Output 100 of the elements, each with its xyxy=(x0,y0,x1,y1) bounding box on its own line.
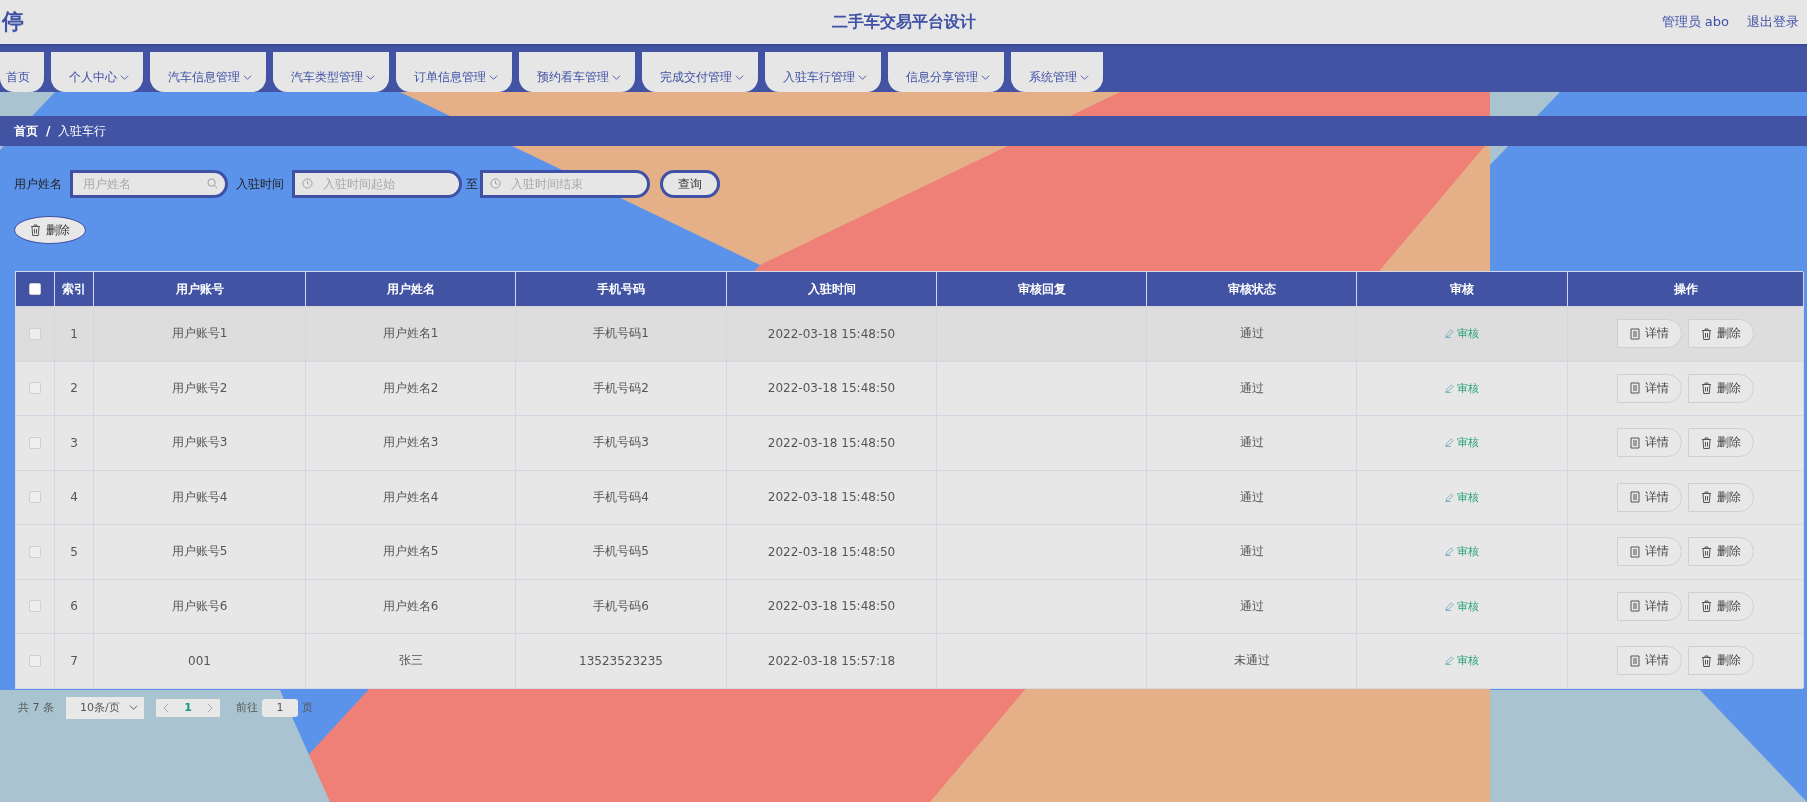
breadcrumb-item: 入驻车行 xyxy=(58,122,107,140)
details-button[interactable]: 详情 xyxy=(1617,537,1682,567)
table-cell: 2022-03-18 15:48:50 xyxy=(727,469,937,524)
trash-icon xyxy=(1701,382,1712,395)
table-cell: 2 xyxy=(55,360,94,415)
row-checkbox[interactable] xyxy=(29,327,41,340)
table-cell: 001 xyxy=(94,633,306,688)
trash-icon xyxy=(1701,545,1712,558)
nav-tab[interactable]: 完成交付管理 xyxy=(642,52,758,92)
table-cell: 通过 xyxy=(1147,415,1357,470)
field-label: 用户姓名 xyxy=(14,175,62,193)
nav-tab[interactable]: 汽车信息管理 xyxy=(150,52,266,92)
trash-icon xyxy=(1701,436,1712,449)
column-header: 索引 xyxy=(55,272,94,306)
chevron-icon xyxy=(129,703,138,712)
logout-link[interactable]: 退出登录 xyxy=(1747,13,1799,31)
table-cell: 用户账号6 xyxy=(94,578,306,633)
next-page-icon[interactable] xyxy=(205,702,213,713)
document-icon xyxy=(1630,600,1640,613)
nav-tab[interactable]: 个人中心 xyxy=(51,52,143,92)
delete-button[interactable]: 删除 xyxy=(1688,537,1754,567)
document-icon xyxy=(1630,491,1640,504)
column-header: 用户账号 xyxy=(94,272,306,306)
table-cell: 13523523235 xyxy=(516,633,727,688)
table-cell: 用户账号4 xyxy=(94,469,306,524)
table-cell: 用户账号5 xyxy=(94,524,306,579)
pencil-icon xyxy=(1445,383,1454,393)
nav-tab[interactable]: 信息分享管理 xyxy=(888,52,1004,92)
column-header: 用户姓名 xyxy=(306,272,516,306)
delete-button[interactable]: 删除 xyxy=(1688,646,1754,676)
table-cell: 通过 xyxy=(1147,578,1357,633)
trash-icon xyxy=(30,224,41,236)
query-button[interactable]: 查询 xyxy=(660,170,720,198)
table-cell: 手机号码2 xyxy=(516,360,727,415)
column-header: 审核 xyxy=(1357,272,1568,306)
nav-tab[interactable]: 汽车类型管理 xyxy=(273,52,389,92)
nav-tab[interactable]: 预约看车管理 xyxy=(519,52,635,92)
table-cell: 用户姓名3 xyxy=(306,415,516,470)
row-checkbox[interactable] xyxy=(29,545,41,558)
table-cell: 手机号码3 xyxy=(516,415,727,470)
breadcrumb-separator: / xyxy=(46,124,51,138)
nav-tab[interactable]: 系统管理 xyxy=(1011,52,1103,92)
row-checkbox[interactable] xyxy=(29,600,41,613)
document-icon xyxy=(1630,436,1640,449)
delete-button[interactable]: 删除 xyxy=(1688,482,1754,512)
details-button[interactable]: 详情 xyxy=(1617,319,1682,349)
page-title: 二手车交易平台设计 xyxy=(831,11,976,33)
name-search-field[interactable]: 用户姓名 xyxy=(70,170,228,198)
search-icon xyxy=(207,178,218,189)
row-checkbox[interactable] xyxy=(29,654,41,667)
document-icon xyxy=(1630,654,1640,667)
details-button[interactable]: 详情 xyxy=(1617,646,1682,676)
delete-button[interactable]: 删除 xyxy=(1688,319,1754,349)
column-header: 审核回复 xyxy=(937,272,1147,306)
column-header: 操作 xyxy=(1568,272,1804,306)
row-checkbox[interactable] xyxy=(29,436,41,449)
table-cell: 手机号码4 xyxy=(516,469,727,524)
column-header: 手机号码 xyxy=(516,272,727,306)
column-header: 审核状态 xyxy=(1147,272,1357,306)
details-button[interactable]: 详情 xyxy=(1617,428,1682,458)
table-cell: 用户姓名6 xyxy=(306,578,516,633)
table-cell: 5 xyxy=(55,524,94,579)
nav-tab[interactable]: 首页 xyxy=(0,52,44,92)
details-button[interactable]: 详情 xyxy=(1617,591,1682,621)
pencil-icon xyxy=(1445,601,1454,611)
row-checkbox[interactable] xyxy=(29,491,41,504)
previous-page-icon[interactable] xyxy=(163,702,171,713)
table-cell: 3 xyxy=(55,415,94,470)
table-cell: 通过 xyxy=(1147,306,1357,361)
trash-icon xyxy=(1701,654,1712,667)
clock-icon xyxy=(490,178,501,189)
pencil-icon xyxy=(1445,656,1454,666)
nav-tab[interactable]: 订单信息管理 xyxy=(396,52,512,92)
details-button[interactable]: 详情 xyxy=(1617,482,1682,512)
row-checkbox[interactable] xyxy=(29,382,41,395)
table-cell: 6 xyxy=(55,578,94,633)
logo: 停 xyxy=(2,8,24,36)
details-button[interactable]: 详情 xyxy=(1617,373,1682,403)
field-label: 入驻时间 xyxy=(236,175,284,193)
page-size-select[interactable]: 10条/页 xyxy=(66,696,144,719)
table-cell: 用户账号1 xyxy=(94,306,306,361)
nav-tab[interactable]: 入驻车行管理 xyxy=(765,52,881,92)
breadcrumb-item[interactable]: 首页 xyxy=(14,122,38,140)
end-time-field[interactable]: 入驻时间结束 xyxy=(480,170,650,198)
total-count: 共 7 条 xyxy=(18,700,54,715)
table-cell: 用户姓名5 xyxy=(306,524,516,579)
delete-button[interactable]: 删除 xyxy=(1688,373,1754,403)
table-cell: 未通过 xyxy=(1147,633,1357,688)
table-cell: 手机号码6 xyxy=(516,578,727,633)
trash-icon xyxy=(1701,491,1712,504)
table-cell: 手机号码5 xyxy=(516,524,727,579)
table-cell: 4 xyxy=(55,469,94,524)
user-name: 管理员 abo xyxy=(1661,13,1729,31)
delete-button[interactable]: 删除 xyxy=(1688,428,1754,458)
document-icon xyxy=(1630,327,1640,340)
start-time-field[interactable]: 入驻时间起始 xyxy=(292,170,462,198)
table-cell: 2022-03-18 15:48:50 xyxy=(727,306,937,361)
select-all-checkbox[interactable] xyxy=(29,283,41,295)
trash-icon xyxy=(1701,600,1712,613)
delete-button[interactable]: 删除 xyxy=(1688,591,1754,621)
